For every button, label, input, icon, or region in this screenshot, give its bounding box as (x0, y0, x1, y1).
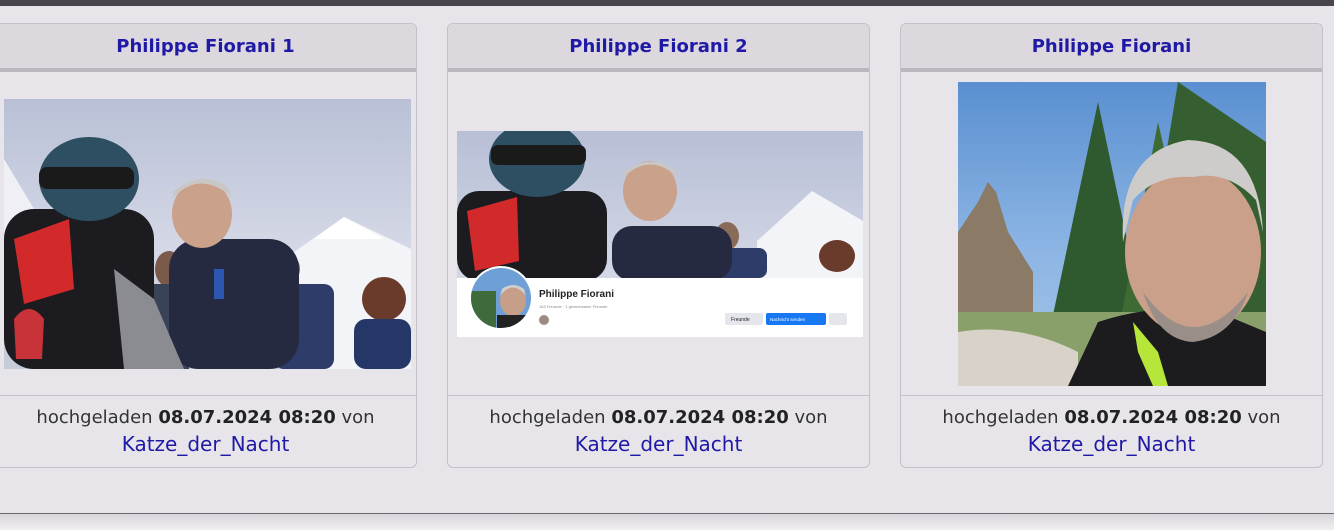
upload-prefix: hochgeladen (36, 407, 153, 428)
card-header: Philippe Fiorani (901, 24, 1322, 72)
photo-thumbnail[interactable] (958, 82, 1266, 386)
upload-suffix: von (341, 407, 375, 428)
overlay-message-button: Nachricht senden (770, 317, 806, 322)
bottom-shadow (0, 514, 1334, 530)
uploader-link[interactable]: Katze_der_Nacht (1028, 432, 1196, 456)
upload-info: hochgeladen 08.07.2024 08:20 von (901, 404, 1322, 431)
upload-datetime: 08.07.2024 08:20 (1064, 407, 1242, 428)
card-footer: hochgeladen 08.07.2024 08:20 von Katze_d… (901, 395, 1322, 467)
top-bar (0, 0, 1334, 6)
gallery-card-3: Philippe Fiorani hochgeladen 08.07.2024 … (900, 23, 1323, 468)
upload-info: hochgeladen 08.07.2024 08:20 von (0, 404, 416, 431)
profile-screenshot-photo: Philippe Fiorani 163 Freunde · 1 gemeins… (457, 131, 863, 337)
upload-datetime: 08.07.2024 08:20 (158, 407, 336, 428)
card-title-link[interactable]: Philippe Fiorani (1032, 36, 1192, 57)
ski-group-photo (4, 137, 411, 369)
card-header: Philippe Fiorani 2 (448, 24, 869, 72)
card-footer: hochgeladen 08.07.2024 08:20 von Katze_d… (0, 395, 416, 467)
upload-datetime: 08.07.2024 08:20 (611, 407, 789, 428)
card-body: Philippe Fiorani 163 Freunde · 1 gemeins… (448, 72, 869, 395)
upload-prefix: hochgeladen (489, 407, 606, 428)
card-header: Philippe Fiorani 1 (0, 24, 416, 72)
uploader-link[interactable]: Katze_der_Nacht (122, 432, 290, 456)
photo-thumbnail[interactable] (4, 99, 411, 369)
overlay-friends-button: Freunde (731, 317, 750, 323)
card-body (0, 72, 416, 395)
upload-suffix: von (1247, 407, 1281, 428)
upload-info: hochgeladen 08.07.2024 08:20 von (448, 404, 869, 431)
gallery-card-2: Philippe Fiorani 2 Philippe Fiorani 163 … (447, 23, 870, 468)
uploader-link[interactable]: Katze_der_Nacht (575, 432, 743, 456)
photo-thumbnail[interactable]: Philippe Fiorani 163 Freunde · 1 gemeins… (457, 131, 863, 337)
gallery-card-1: Philippe Fiorani 1 hochgeladen 08.07.202… (0, 23, 417, 468)
card-title-link[interactable]: Philippe Fiorani 1 (116, 36, 294, 57)
card-body (901, 72, 1322, 395)
upload-prefix: hochgeladen (942, 407, 1059, 428)
upload-suffix: von (794, 407, 828, 428)
card-title-link[interactable]: Philippe Fiorani 2 (569, 36, 747, 57)
overlay-sub: 163 Freunde · 1 gemeinsame Freunde (539, 304, 608, 309)
card-footer: hochgeladen 08.07.2024 08:20 von Katze_d… (448, 395, 869, 467)
selfie-photo (958, 82, 1266, 386)
overlay-name: Philippe Fiorani (539, 289, 614, 300)
